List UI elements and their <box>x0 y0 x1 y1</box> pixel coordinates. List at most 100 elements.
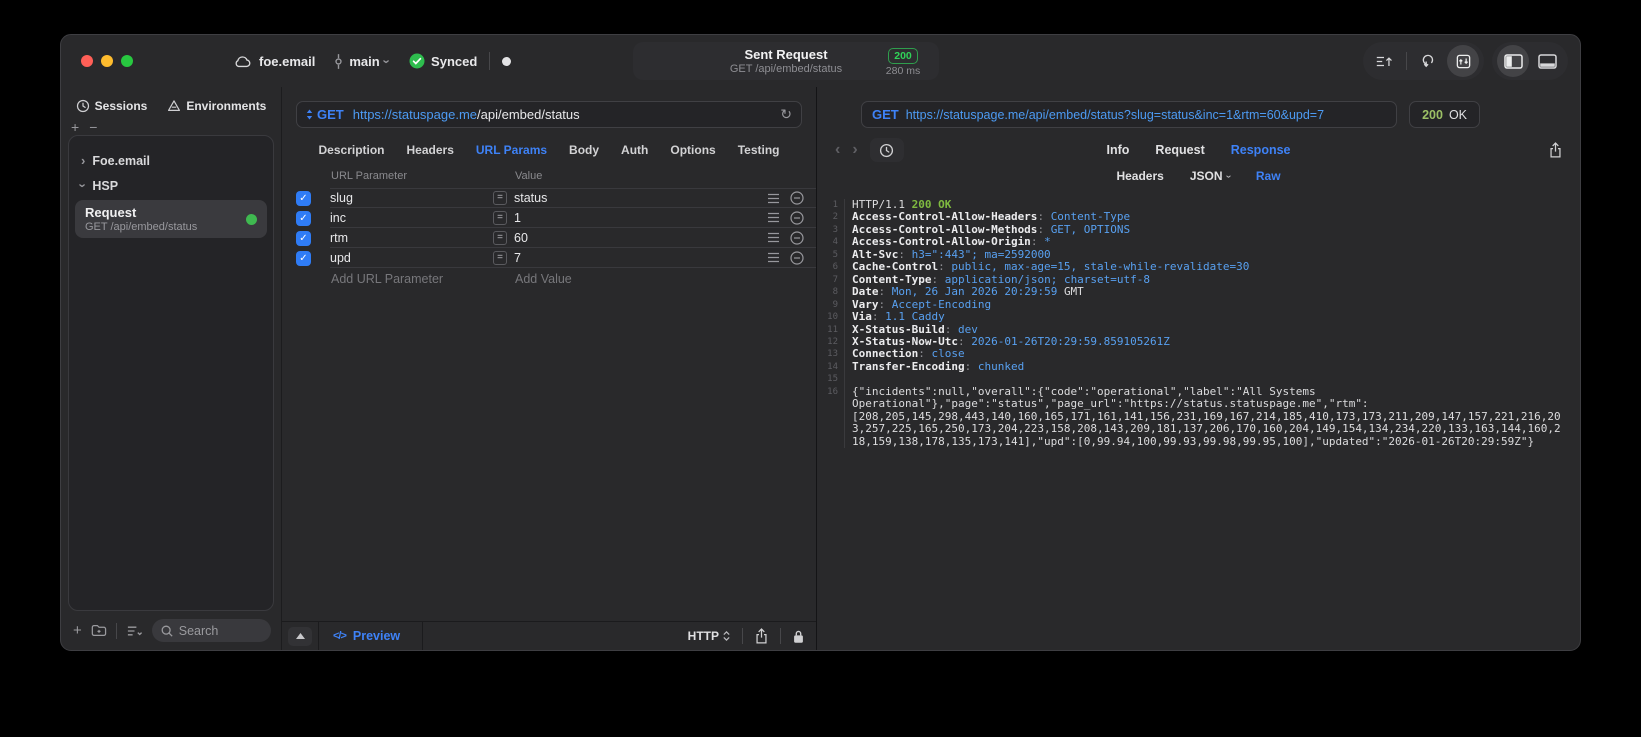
request-url-bar[interactable]: GET https://statuspage.me/api/embed/stat… <box>296 101 802 128</box>
expand-panel-button[interactable] <box>288 626 312 646</box>
line-number: 8 <box>825 286 845 299</box>
param-row[interactable]: ✓ rtm = 60 <box>282 228 816 248</box>
tab-request[interactable]: Request <box>1155 143 1204 157</box>
tab-auth[interactable]: Auth <box>621 143 648 157</box>
preview-button[interactable]: </> Preview <box>319 629 422 643</box>
sessions-tree: › Foe.email › HSP Request GET /api/embed… <box>68 135 274 611</box>
column-value: Value <box>515 170 543 182</box>
add-param-row[interactable]: Add URL Parameter Add Value <box>282 268 816 290</box>
param-name[interactable]: upd <box>330 251 493 265</box>
row-menu-icon[interactable] <box>767 252 780 263</box>
param-name[interactable]: rtm <box>330 231 493 245</box>
tab-body[interactable]: Body <box>569 143 599 157</box>
param-checkbox[interactable]: ✓ <box>296 210 311 226</box>
request-method[interactable]: GET <box>317 107 344 122</box>
sync-status[interactable]: Synced <box>409 53 477 69</box>
param-checkbox[interactable]: ✓ <box>296 190 311 206</box>
export-response-icon[interactable] <box>1549 142 1562 158</box>
param-value[interactable]: 60 <box>514 231 757 245</box>
bottom-panel-icon[interactable] <box>1531 45 1563 77</box>
tab-info[interactable]: Info <box>1107 143 1130 157</box>
sidebar-item-request[interactable]: Request GET /api/embed/status <box>75 200 267 238</box>
param-value[interactable]: 1 <box>514 211 757 225</box>
traffic-lights <box>81 55 133 67</box>
new-group-icon[interactable] <box>91 624 107 637</box>
search-input[interactable]: Search <box>151 619 271 642</box>
response-url: https://statuspage.me/api/embed/status?s… <box>905 107 1325 122</box>
bottom-bar-separator <box>115 622 117 639</box>
branch-selector[interactable]: main › <box>333 54 394 69</box>
zoom-window-button[interactable] <box>121 55 133 67</box>
tab-description[interactable]: Description <box>319 143 385 157</box>
param-row[interactable]: ✓ inc = 1 <box>282 208 816 228</box>
reload-icon[interactable]: ↻ <box>780 106 792 123</box>
remove-param-icon[interactable] <box>790 191 804 205</box>
remove-session-button[interactable]: − <box>89 120 97 134</box>
tab-testing[interactable]: Testing <box>738 143 780 157</box>
request-item-subtitle: GET /api/embed/status <box>85 221 198 233</box>
response-url-box[interactable]: GET https://statuspage.me/api/embed/stat… <box>861 101 1398 128</box>
row-menu-icon[interactable] <box>767 232 780 243</box>
line-number: 13 <box>825 348 845 361</box>
param-row[interactable]: ✓ slug = status <box>282 188 816 208</box>
cloud-project[interactable]: foe.email <box>233 54 315 69</box>
minimize-window-button[interactable] <box>101 55 113 67</box>
tab-url-params[interactable]: URL Params <box>476 143 547 157</box>
subtab-json[interactable]: JSON › <box>1190 169 1234 183</box>
sidebar: Sessions Environments + − › Foe.email › … <box>61 87 282 650</box>
params-rows: ✓ slug = status ✓ inc = 1 ✓ rtm = 60 ✓ upd = 7 <box>282 188 816 268</box>
param-row[interactable]: ✓ upd = 7 <box>282 248 816 268</box>
response-line: 16 {"incidents":null,"overall":{"code":"o… <box>825 385 1566 449</box>
add-value-placeholder[interactable]: Add Value <box>515 272 572 286</box>
share-icon[interactable] <box>755 628 768 644</box>
line-number: 3 <box>825 223 845 237</box>
line-number: 16 <box>825 385 845 449</box>
left-panel-icon[interactable] <box>1497 45 1529 77</box>
nav-back-icon[interactable]: ‹ <box>835 141 840 159</box>
param-value[interactable]: 7 <box>514 251 757 265</box>
param-checkbox[interactable]: ✓ <box>296 250 311 266</box>
remove-param-icon[interactable] <box>790 210 804 225</box>
toolbar-separator <box>1406 52 1407 70</box>
subtab-headers[interactable]: Headers <box>1116 169 1163 183</box>
request-url-path[interactable]: /api/embed/status <box>477 107 580 122</box>
nav-forward-icon[interactable]: › <box>852 141 857 159</box>
search-placeholder: Search <box>178 623 219 638</box>
chevron-down-icon: › <box>1222 174 1234 178</box>
tab-headers[interactable]: Headers <box>407 143 454 157</box>
tree-item-foe-email[interactable]: › Foe.email <box>69 148 273 173</box>
param-value[interactable]: status <box>514 191 757 205</box>
add-request-button[interactable]: + <box>73 622 82 639</box>
add-session-button[interactable]: + <box>71 120 79 134</box>
remove-param-icon[interactable] <box>790 230 804 245</box>
sessions-label: Sessions <box>94 99 148 113</box>
param-name[interactable]: slug <box>330 191 493 205</box>
tab-response[interactable]: Response <box>1231 143 1291 157</box>
sidebar-bottom-bar: + Search <box>61 611 281 642</box>
close-window-button[interactable] <box>81 55 93 67</box>
param-checkbox[interactable]: ✓ <box>296 230 311 246</box>
request-url-host[interactable]: https://statuspage.me <box>353 107 477 122</box>
row-menu-icon[interactable] <box>767 212 780 223</box>
sent-request-pill[interactable]: Sent Request GET /api/embed/status 200 2… <box>633 42 939 80</box>
chevron-down-icon: › <box>75 183 91 188</box>
tab-options[interactable]: Options <box>670 143 715 157</box>
remove-param-icon[interactable] <box>790 250 804 265</box>
protocol-selector[interactable]: HTTP <box>688 629 730 643</box>
sort-filter-icon[interactable] <box>126 625 143 637</box>
param-name[interactable]: inc <box>330 211 493 225</box>
tree-item-hsp[interactable]: › HSP <box>69 173 273 198</box>
row-menu-icon[interactable] <box>767 193 780 204</box>
subtab-label: Raw <box>1255 169 1281 183</box>
line-number: 15 <box>825 373 845 386</box>
format-lines-icon[interactable] <box>1368 45 1400 77</box>
subtab-raw[interactable]: Raw <box>1256 169 1281 183</box>
sync-loop-icon[interactable] <box>1413 45 1445 77</box>
environments-icon <box>167 99 181 113</box>
history-button[interactable] <box>869 138 904 162</box>
tab-environments[interactable]: Environments <box>167 99 266 113</box>
line-number: 6 <box>825 261 845 274</box>
add-parameter-placeholder[interactable]: Add URL Parameter <box>331 272 515 286</box>
tab-sessions[interactable]: Sessions <box>76 99 148 113</box>
send-receive-icon[interactable] <box>1447 45 1479 77</box>
